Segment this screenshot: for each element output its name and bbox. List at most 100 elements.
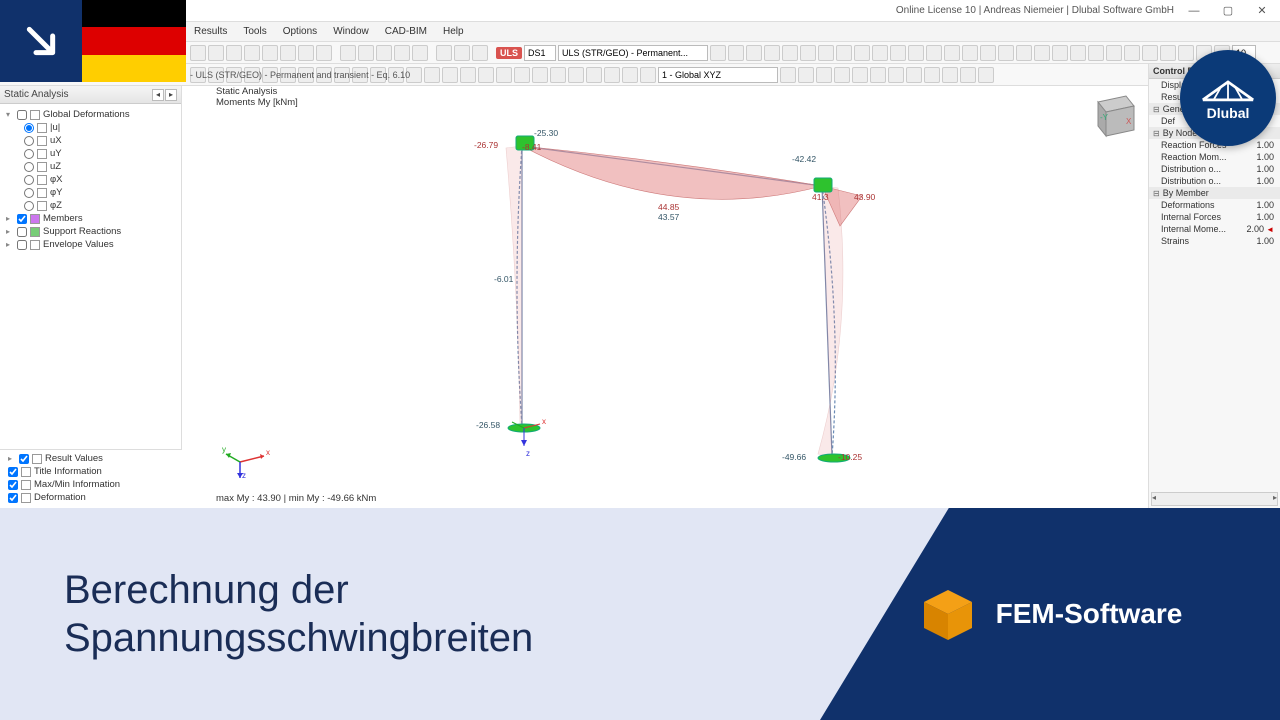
toolbar-button[interactable] [924, 67, 940, 83]
toolbar-button[interactable] [226, 45, 242, 61]
menu-options[interactable]: Options [279, 24, 321, 39]
tree-title-info[interactable]: Title Information [4, 465, 178, 478]
toolbar-button[interactable] [280, 45, 296, 61]
toolbar-button[interactable] [358, 45, 374, 61]
toolbar-button[interactable] [262, 45, 278, 61]
toolbar-button[interactable] [550, 67, 566, 83]
toolbar-button[interactable] [1088, 45, 1104, 61]
toolbar-button[interactable] [978, 67, 994, 83]
tree-phiy[interactable]: φY [2, 186, 179, 199]
toolbar-button[interactable] [944, 45, 960, 61]
toolbar-button[interactable] [412, 45, 428, 61]
window-maximize-button[interactable]: ▢ [1214, 2, 1242, 20]
toolbar-button[interactable] [836, 45, 852, 61]
toolbar-button[interactable] [1178, 45, 1194, 61]
toolbar-button[interactable] [442, 67, 458, 83]
tree-phiz[interactable]: φZ [2, 199, 179, 212]
toolbar-button[interactable] [568, 67, 584, 83]
toolbar-button[interactable] [586, 67, 602, 83]
toolbar-button[interactable] [514, 67, 530, 83]
toolbar-button[interactable] [710, 45, 726, 61]
toolbar-button[interactable] [532, 67, 548, 83]
toolbar-button[interactable] [888, 67, 904, 83]
row-dist1[interactable]: Distribution o...1.00 [1149, 163, 1280, 175]
toolbar-button[interactable] [1142, 45, 1158, 61]
tree-uy[interactable]: uY [2, 147, 179, 160]
tree-global-deformations[interactable]: ▾Global Deformations [2, 108, 179, 121]
control-panel-scrollbar[interactable]: ◂▸ [1151, 492, 1278, 506]
toolbar-button[interactable] [208, 45, 224, 61]
toolbar-button[interactable] [764, 45, 780, 61]
toolbar-button[interactable] [870, 67, 886, 83]
tree-envelope-values[interactable]: ▸Envelope Values [2, 238, 179, 251]
toolbar-button[interactable] [424, 67, 440, 83]
tree-result-values[interactable]: ▸Result Values [4, 452, 178, 465]
tree-deformation[interactable]: Deformation [4, 491, 178, 504]
row-reaction-mom[interactable]: Reaction Mom...1.00 [1149, 151, 1280, 163]
toolbar-button[interactable] [798, 67, 814, 83]
toolbar-button[interactable] [998, 45, 1014, 61]
row-internal-forces[interactable]: Internal Forces1.00 [1149, 211, 1280, 223]
toolbar-button[interactable] [942, 67, 958, 83]
menu-window[interactable]: Window [329, 24, 373, 39]
toolbar-button[interactable] [436, 45, 452, 61]
toolbar-button[interactable] [394, 45, 410, 61]
toolbar-button[interactable] [340, 45, 356, 61]
menu-results[interactable]: Results [190, 24, 231, 39]
window-minimize-button[interactable]: — [1180, 2, 1208, 20]
toolbar-button[interactable] [962, 45, 978, 61]
toolbar-button[interactable] [604, 67, 620, 83]
toolbar-button[interactable] [316, 45, 332, 61]
toolbar-button[interactable] [454, 45, 470, 61]
nav-prev-button[interactable]: ◂ [152, 89, 164, 101]
tree-ux[interactable]: uX [2, 134, 179, 147]
toolbar-button[interactable] [926, 45, 942, 61]
group-by-member[interactable]: By Member [1149, 187, 1280, 199]
tree-members[interactable]: ▸Members [2, 212, 179, 225]
toolbar-button[interactable] [960, 67, 976, 83]
toolbar-button[interactable] [852, 67, 868, 83]
tree-u[interactable]: |u| [2, 121, 179, 134]
menu-tools[interactable]: Tools [239, 24, 270, 39]
toolbar-button[interactable] [460, 67, 476, 83]
toolbar-button[interactable] [622, 67, 638, 83]
toolbar-button[interactable] [472, 45, 488, 61]
tree-support-reactions[interactable]: ▸Support Reactions [2, 225, 179, 238]
toolbar-button[interactable] [780, 67, 796, 83]
toolbar-button[interactable] [908, 45, 924, 61]
toolbar-button[interactable] [478, 67, 494, 83]
nav-next-button[interactable]: ▸ [165, 89, 177, 101]
toolbar-button[interactable] [1034, 45, 1050, 61]
row-dist2[interactable]: Distribution o...1.00 [1149, 175, 1280, 187]
toolbar-button[interactable] [816, 67, 832, 83]
model-viewport[interactable]: Static Analysis Moments My [kNm] -Y X x … [182, 86, 1148, 508]
combo-coordsys[interactable]: 1 - Global XYZ [658, 67, 778, 83]
menu-cadbim[interactable]: CAD-BIM [381, 24, 431, 39]
toolbar-button[interactable] [782, 45, 798, 61]
toolbar-button[interactable] [834, 67, 850, 83]
toolbar-button[interactable] [1052, 45, 1068, 61]
toolbar-button[interactable] [298, 45, 314, 61]
tree-maxmin-info[interactable]: Max/Min Information [4, 478, 178, 491]
combo-uls[interactable]: ULS (STR/GEO) - Permanent... [558, 45, 708, 61]
toolbar-button[interactable] [728, 45, 744, 61]
toolbar-button[interactable] [800, 45, 816, 61]
toolbar-button[interactable] [854, 45, 870, 61]
toolbar-button[interactable] [1124, 45, 1140, 61]
toolbar-button[interactable] [1070, 45, 1086, 61]
toolbar-button[interactable] [640, 67, 656, 83]
toolbar-button[interactable] [890, 45, 906, 61]
row-strains[interactable]: Strains1.00 [1149, 235, 1280, 247]
toolbar-button[interactable] [818, 45, 834, 61]
tree-phix[interactable]: φX [2, 173, 179, 186]
toolbar-button[interactable] [1160, 45, 1176, 61]
menu-help[interactable]: Help [439, 24, 468, 39]
orientation-cube[interactable]: -Y X [1086, 88, 1140, 142]
toolbar-button[interactable] [244, 45, 260, 61]
toolbar-button[interactable] [746, 45, 762, 61]
toolbar-button[interactable] [906, 67, 922, 83]
toolbar-button[interactable] [190, 45, 206, 61]
row-internal-mom[interactable]: Internal Mome...2.00◄ [1149, 223, 1280, 235]
toolbar-button[interactable] [496, 67, 512, 83]
toolbar-button[interactable] [872, 45, 888, 61]
